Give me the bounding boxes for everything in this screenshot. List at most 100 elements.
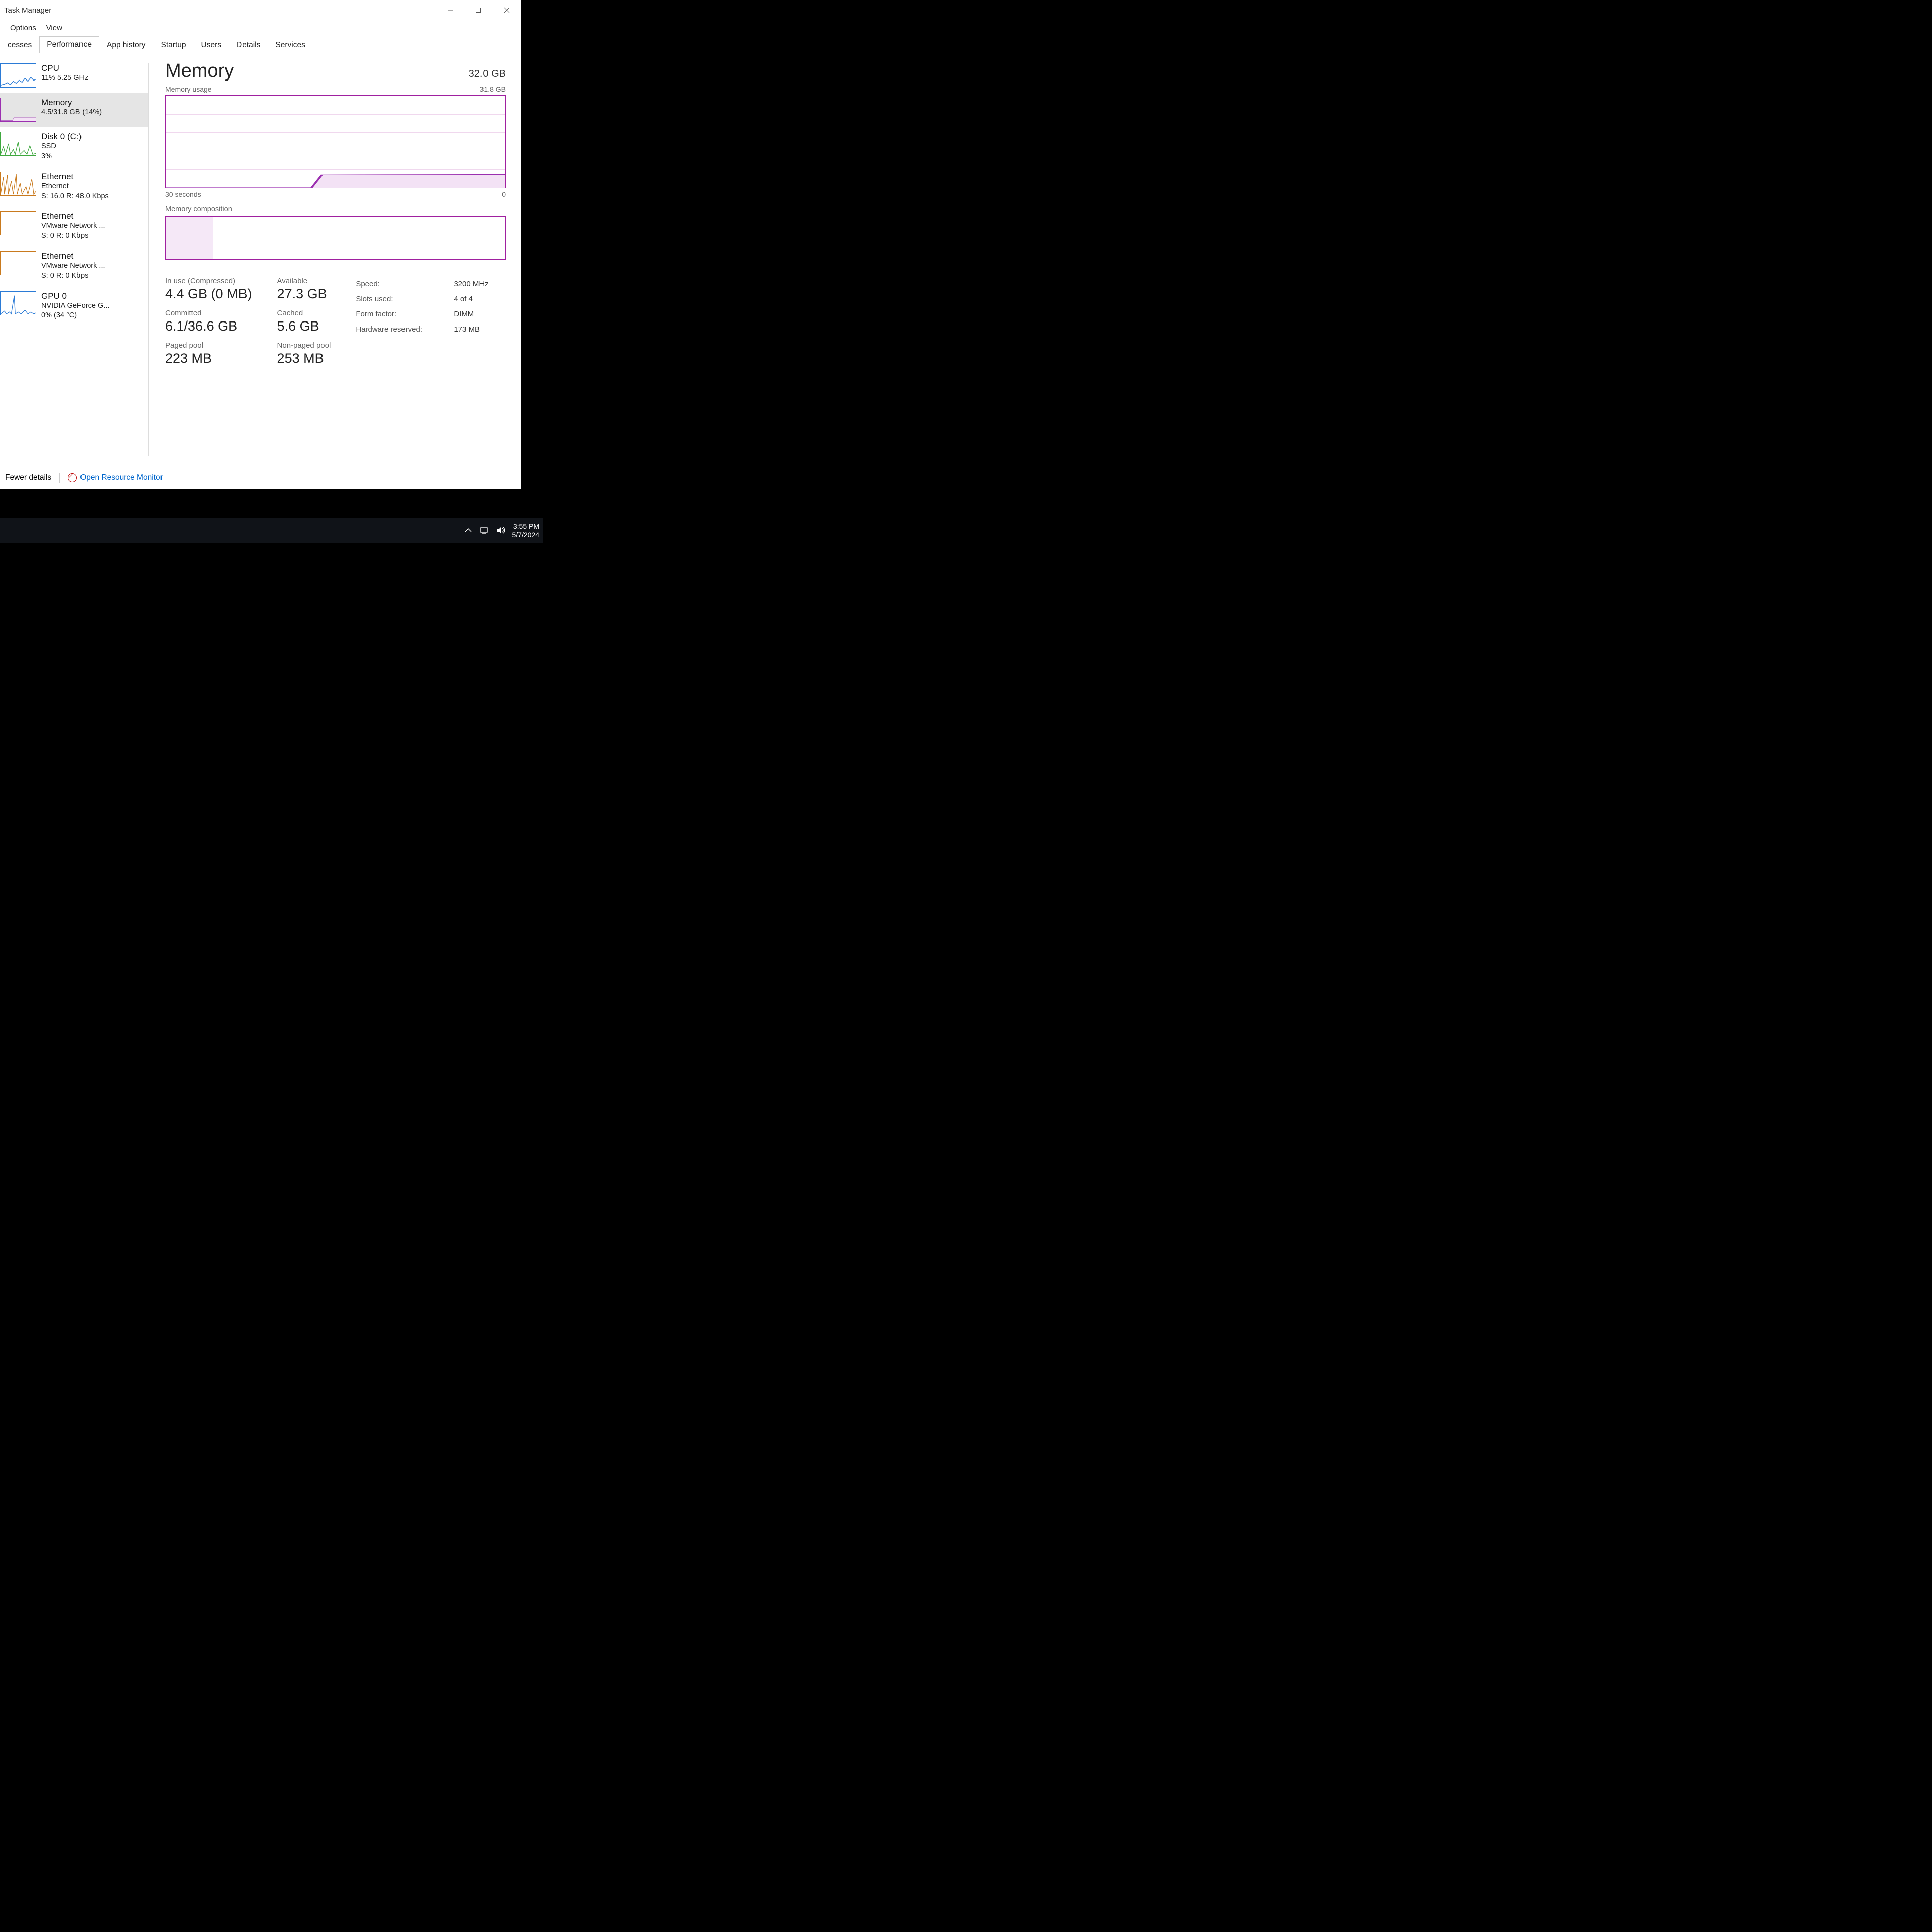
stat-in-use: In use (Compressed) 4.4 GB (0 MB) bbox=[165, 277, 252, 302]
sidebar-item-gpu[interactable]: GPU 0 NVIDIA GeForce G... 0% (34 °C) bbox=[0, 286, 148, 326]
stat-value: 27.3 GB bbox=[277, 286, 331, 302]
open-resource-monitor-link[interactable]: Open Resource Monitor bbox=[68, 473, 163, 482]
memory-composition-bar[interactable] bbox=[165, 216, 506, 260]
stat-label: Available bbox=[277, 277, 331, 285]
memory-capacity: 32.0 GB bbox=[469, 68, 506, 80]
spec-key: Slots used: bbox=[356, 292, 439, 307]
sidebar-item-label: Ethernet bbox=[41, 172, 109, 182]
ethernet-thumbnail-icon bbox=[0, 211, 36, 235]
stat-cached: Cached 5.6 GB bbox=[277, 309, 331, 334]
spec-key: Speed: bbox=[356, 277, 439, 292]
sidebar-item-sub: 11% 5.25 GHz bbox=[41, 73, 88, 84]
tab-performance[interactable]: Performance bbox=[39, 36, 99, 53]
tab-services[interactable]: Services bbox=[268, 37, 312, 53]
stat-paged-pool: Paged pool 223 MB bbox=[165, 341, 252, 366]
stat-label: Committed bbox=[165, 309, 252, 317]
stat-nonpaged-pool: Non-paged pool 253 MB bbox=[277, 341, 331, 366]
memory-specs-table: Speed: 3200 MHz Slots used: 4 of 4 Form fa… bbox=[356, 277, 488, 366]
disk-thumbnail-icon bbox=[0, 132, 36, 156]
system-tray bbox=[464, 526, 505, 536]
sidebar-item-ethernet-1[interactable]: Ethernet Ethernet S: 16.0 R: 48.0 Kbps bbox=[0, 167, 148, 206]
tabstrip: cesses Performance App history Startup U… bbox=[0, 35, 521, 53]
memory-usage-graph[interactable] bbox=[165, 95, 506, 188]
stat-label: In use (Compressed) bbox=[165, 277, 252, 285]
ethernet-thumbnail-icon bbox=[0, 172, 36, 196]
taskbar-clock[interactable]: 3:55 PM 5/7/2024 bbox=[512, 522, 540, 540]
stat-label: Paged pool bbox=[165, 341, 252, 350]
sidebar-item-label: Memory bbox=[41, 98, 102, 108]
sidebar-item-disk[interactable]: Disk 0 (C:) SSD 3% bbox=[0, 127, 148, 167]
menu-view[interactable]: View bbox=[46, 24, 62, 32]
spec-val: 173 MB bbox=[454, 322, 480, 337]
stat-value: 5.6 GB bbox=[277, 318, 331, 334]
window-title: Task Manager bbox=[4, 6, 51, 15]
menubar: Options View bbox=[0, 20, 521, 35]
stat-committed: Committed 6.1/36.6 GB bbox=[165, 309, 252, 334]
sidebar-item-label: CPU bbox=[41, 63, 88, 73]
main-panel: Memory 32.0 GB Memory usage 31.8 GB 30 s… bbox=[154, 53, 521, 466]
spec-val: DIMM bbox=[454, 307, 474, 322]
footer: Fewer details Open Resource Monitor bbox=[0, 466, 521, 489]
sidebar-item-label: Ethernet bbox=[41, 211, 105, 221]
sidebar-item-sub2: S: 0 R: 0 Kbps bbox=[41, 271, 105, 281]
ethernet-thumbnail-icon bbox=[0, 251, 36, 275]
tab-details[interactable]: Details bbox=[229, 37, 268, 53]
vertical-divider bbox=[148, 63, 149, 456]
tray-volume-icon[interactable] bbox=[496, 526, 505, 536]
tab-users[interactable]: Users bbox=[194, 37, 229, 53]
task-manager-window: Task Manager Options View cesses Perform… bbox=[0, 0, 521, 489]
tab-app-history[interactable]: App history bbox=[99, 37, 153, 53]
tray-network-icon[interactable] bbox=[480, 526, 489, 536]
titlebar[interactable]: Task Manager bbox=[0, 0, 521, 20]
sidebar-item-ethernet-2[interactable]: Ethernet VMware Network ... S: 0 R: 0 Kb… bbox=[0, 206, 148, 246]
spec-val: 4 of 4 bbox=[454, 292, 473, 307]
clock-time: 3:55 PM bbox=[512, 522, 540, 531]
stat-value: 223 MB bbox=[165, 351, 252, 366]
composition-label: Memory composition bbox=[165, 205, 506, 213]
sidebar-item-label: Ethernet bbox=[41, 251, 105, 261]
resource-monitor-label: Open Resource Monitor bbox=[80, 473, 163, 482]
composition-in-use bbox=[166, 217, 213, 259]
maximize-button[interactable] bbox=[464, 0, 493, 20]
stat-label: Cached bbox=[277, 309, 331, 317]
tray-chevron-up-icon[interactable] bbox=[464, 526, 473, 536]
sidebar-item-memory[interactable]: Memory 4.5/31.8 GB (14%) bbox=[0, 93, 148, 127]
sidebar-item-label: Disk 0 (C:) bbox=[41, 132, 82, 142]
spec-key: Form factor: bbox=[356, 307, 439, 322]
minimize-button[interactable] bbox=[436, 0, 464, 20]
sidebar-item-cpu[interactable]: CPU 11% 5.25 GHz bbox=[0, 58, 148, 93]
stat-label: Non-paged pool bbox=[277, 341, 331, 350]
close-button[interactable] bbox=[493, 0, 521, 20]
sidebar-item-sub: Ethernet bbox=[41, 182, 109, 192]
sidebar-item-sub2: S: 16.0 R: 48.0 Kbps bbox=[41, 192, 109, 202]
sidebar-item-sub: 4.5/31.8 GB (14%) bbox=[41, 108, 102, 118]
page-title: Memory bbox=[165, 60, 234, 82]
cpu-thumbnail-icon bbox=[0, 63, 36, 88]
spec-val: 3200 MHz bbox=[454, 277, 488, 292]
gpu-thumbnail-icon bbox=[0, 291, 36, 315]
xaxis-right: 0 bbox=[502, 190, 506, 198]
menu-options[interactable]: Options bbox=[10, 24, 36, 32]
usage-graph-max: 31.8 GB bbox=[480, 85, 506, 93]
composition-modified bbox=[213, 217, 275, 259]
sidebar-item-label: GPU 0 bbox=[41, 291, 109, 301]
stat-value: 6.1/36.6 GB bbox=[165, 318, 252, 334]
xaxis-left: 30 seconds bbox=[165, 190, 201, 198]
sidebar-item-sub: NVIDIA GeForce G... bbox=[41, 301, 109, 311]
stat-value: 4.4 GB (0 MB) bbox=[165, 286, 252, 302]
sidebar-item-sub2: 0% (34 °C) bbox=[41, 311, 109, 321]
clock-date: 5/7/2024 bbox=[512, 531, 540, 540]
tab-startup[interactable]: Startup bbox=[153, 37, 194, 53]
sidebar-item-sub: SSD bbox=[41, 142, 82, 152]
resource-monitor-icon bbox=[68, 473, 77, 482]
sidebar-item-sub2: 3% bbox=[41, 152, 82, 162]
taskbar[interactable]: 3:55 PM 5/7/2024 bbox=[0, 518, 543, 543]
usage-graph-label: Memory usage bbox=[165, 85, 212, 93]
fewer-details-link[interactable]: Fewer details bbox=[5, 473, 51, 482]
sidebar-item-ethernet-3[interactable]: Ethernet VMware Network ... S: 0 R: 0 Kb… bbox=[0, 246, 148, 286]
footer-separator bbox=[59, 473, 60, 483]
performance-sidebar: CPU 11% 5.25 GHz Memory 4.5/31.8 GB (14%… bbox=[0, 53, 148, 466]
sidebar-item-sub2: S: 0 R: 0 Kbps bbox=[41, 231, 105, 242]
memory-thumbnail-icon bbox=[0, 98, 36, 122]
tab-processes[interactable]: cesses bbox=[0, 37, 39, 53]
